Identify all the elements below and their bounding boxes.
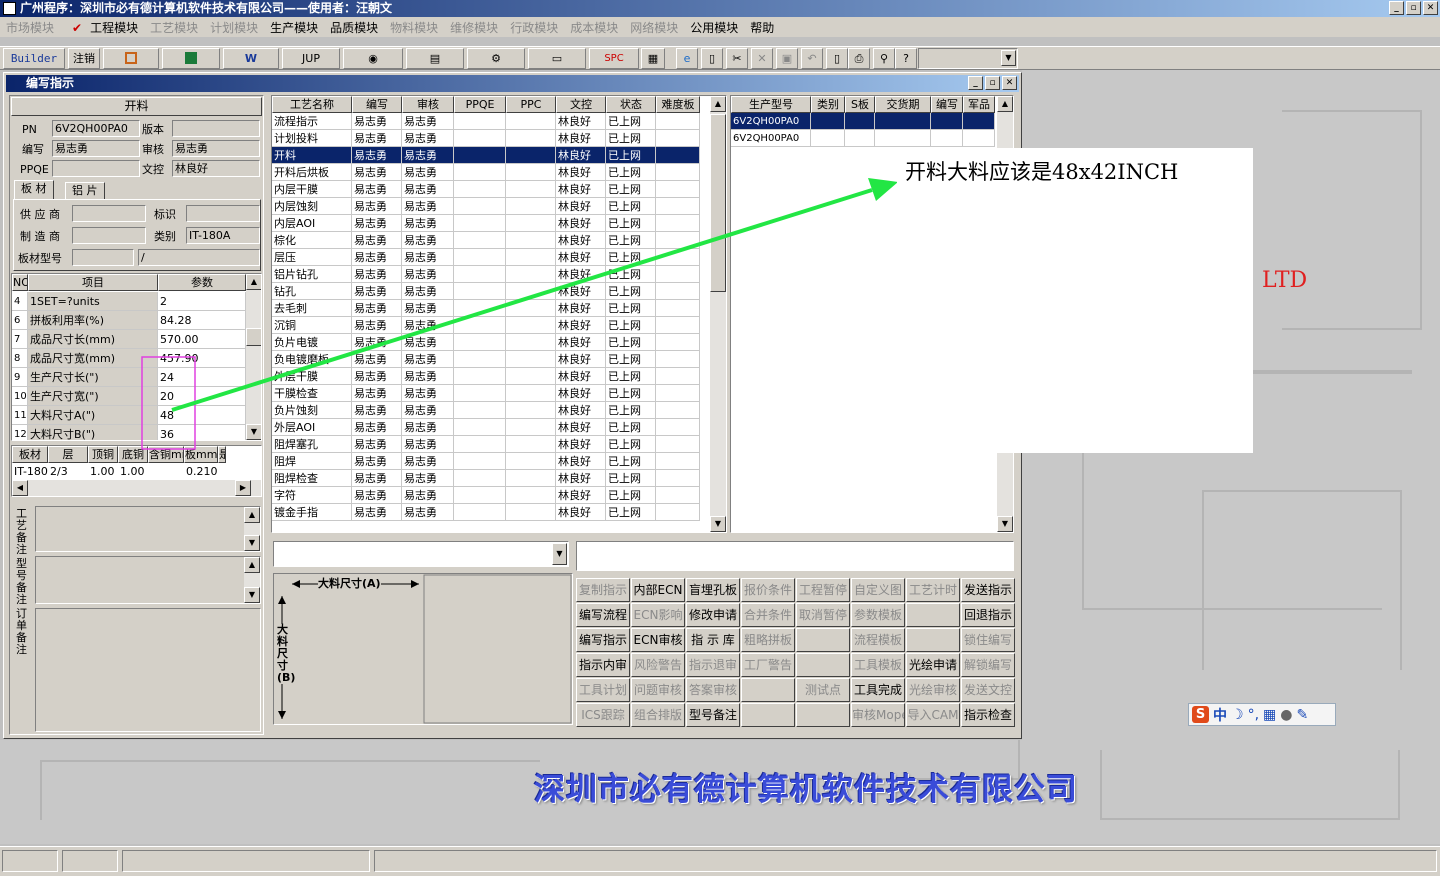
sogou-icon[interactable]: S xyxy=(1192,706,1209,723)
user-icon[interactable]: ● xyxy=(1280,707,1292,723)
green-arrow xyxy=(171,188,873,412)
punct-icon[interactable]: °, xyxy=(1248,707,1259,723)
annotation-note: 开料大料应该是48x42INCH xyxy=(897,148,1253,453)
keyboard-icon[interactable]: ▦ xyxy=(1263,707,1276,723)
ime-lang[interactable]: 中 xyxy=(1213,705,1227,725)
wrench-icon[interactable]: ✎ xyxy=(1296,707,1308,723)
ime-toolbar[interactable]: S 中 ☽ °, ▦ ● ✎ xyxy=(1188,703,1336,726)
status-bar xyxy=(0,846,1440,876)
green-arrowhead xyxy=(868,178,898,201)
status-pane-1 xyxy=(2,850,58,872)
highlight-box xyxy=(141,356,196,450)
company-watermark: 深圳市必有德计算机软件技术有限公司 xyxy=(534,772,1078,808)
status-pane-3 xyxy=(122,850,370,872)
status-pane-2 xyxy=(62,850,118,872)
status-pane-4 xyxy=(374,850,1437,872)
moon-icon[interactable]: ☽ xyxy=(1231,707,1244,723)
